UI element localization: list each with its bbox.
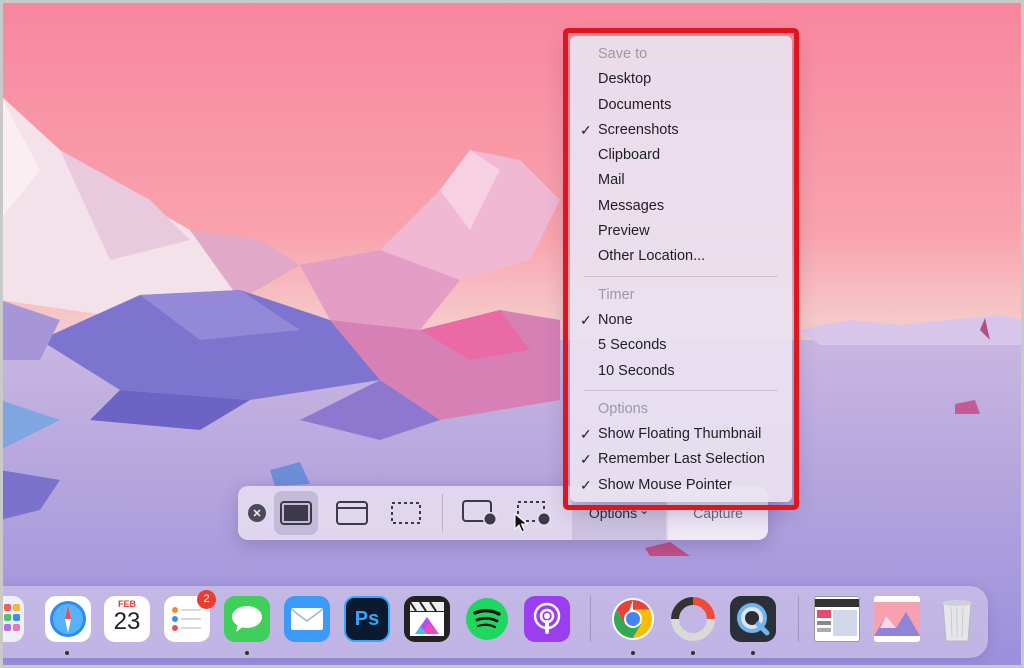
capture-selection-icon <box>391 502 421 524</box>
checkmark-icon: ✓ <box>580 311 592 328</box>
menu-separator <box>584 389 778 391</box>
screenshot-thumbnail-icon[interactable] <box>814 596 860 642</box>
options-menu: Save to Desktop Documents ✓ Screenshots Clip… <box>570 36 792 502</box>
notification-badge: 2 <box>197 590 216 609</box>
creative-cloud-icon[interactable] <box>670 596 716 642</box>
record-entire-screen-icon <box>462 500 497 526</box>
options-label: Options <box>588 505 638 521</box>
running-indicator <box>65 651 69 655</box>
menu-header-options: Options <box>598 400 648 417</box>
menu-item-label: Clipboard <box>598 147 661 164</box>
capture-entire-screen-icon <box>280 501 312 525</box>
menu-item-timer[interactable]: ✓ None <box>570 308 792 333</box>
options-button[interactable]: Options ⌄ <box>572 502 666 524</box>
podcasts-icon[interactable] <box>524 596 570 642</box>
wallpaper-thumbnail-icon[interactable] <box>874 596 920 642</box>
desktop-wallpaper <box>0 0 1024 668</box>
record-entire-screen-button[interactable] <box>458 491 502 535</box>
safari-icon[interactable] <box>45 596 91 642</box>
checkmark-icon: ✓ <box>580 476 592 493</box>
menu-item-label: Show Mouse Pointer <box>598 476 732 493</box>
menu-item-label: Messages <box>598 197 665 214</box>
menu-item-label: 10 Seconds <box>598 362 675 379</box>
capture-entire-screen-button[interactable] <box>274 491 318 535</box>
photoshop-label: Ps <box>354 607 380 630</box>
menu-item-label: Other Location... <box>598 248 706 265</box>
menu-item-option[interactable]: ✓ Show Mouse Pointer <box>570 473 792 498</box>
menu-item-save-to[interactable]: Messages <box>570 194 792 219</box>
menu-item-label: 5 Seconds <box>598 337 667 354</box>
menu-item-save-to[interactable]: ✓ Screenshots <box>570 118 792 143</box>
close-icon[interactable] <box>248 504 266 522</box>
checkmark-icon: ✓ <box>580 451 592 468</box>
menu-separator <box>584 275 778 277</box>
chevron-down-icon: ⌄ <box>639 503 650 517</box>
photoshop-icon[interactable]: Ps <box>344 596 390 642</box>
menu-item-label: Remember Last Selection <box>598 451 765 468</box>
reminders-icon[interactable]: 2 <box>164 590 216 642</box>
chrome-icon[interactable] <box>610 596 656 642</box>
menu-header-timer: Timer <box>598 286 635 303</box>
running-indicator <box>691 651 695 655</box>
menu-item-save-to[interactable]: Mail <box>570 168 792 193</box>
checkmark-icon: ✓ <box>580 121 592 138</box>
capture-selection-button[interactable] <box>384 491 428 535</box>
menu-item-save-to[interactable]: Other Location... <box>570 244 792 269</box>
dock-separator <box>590 596 591 642</box>
dock-separator <box>798 596 799 642</box>
final-cut-pro-icon[interactable] <box>404 596 450 642</box>
quicktime-icon[interactable] <box>730 596 776 642</box>
trash-icon[interactable] <box>934 596 980 642</box>
menu-item-label: None <box>598 311 633 328</box>
running-indicator <box>245 651 249 655</box>
menu-item-save-to[interactable]: Preview <box>570 219 792 244</box>
menu-item-label: Mail <box>598 172 625 189</box>
menu-item-label: Desktop <box>598 71 652 88</box>
menu-item-label: Screenshots <box>598 121 679 138</box>
menu-item-option[interactable]: ✓ Show Floating Thumbnail <box>570 422 792 447</box>
menu-item-timer[interactable]: 10 Seconds <box>570 359 792 384</box>
capture-window-button[interactable] <box>330 491 374 535</box>
running-indicator <box>751 651 755 655</box>
menu-item-timer[interactable]: 5 Seconds <box>570 333 792 358</box>
menu-item-save-to[interactable]: Documents <box>570 93 792 118</box>
messages-icon[interactable] <box>224 596 270 642</box>
spotify-icon[interactable] <box>464 596 510 642</box>
mouse-pointer-icon <box>514 513 528 533</box>
menu-header-save-to: Save to <box>598 46 648 62</box>
launchpad-icon[interactable] <box>0 596 24 642</box>
capture-window-icon <box>336 501 368 525</box>
running-indicator <box>631 651 635 655</box>
menu-item-label: Documents <box>598 96 672 113</box>
menu-item-option[interactable]: ✓ Remember Last Selection <box>570 447 792 472</box>
checkmark-icon: ✓ <box>580 426 592 443</box>
menu-item-label: Preview <box>598 223 650 240</box>
menu-item-save-to[interactable]: Clipboard <box>570 143 792 168</box>
menu-item-save-to[interactable]: Desktop <box>570 67 792 92</box>
menu-item-label: Show Floating Thumbnail <box>598 426 762 443</box>
mail-icon[interactable] <box>284 596 330 642</box>
toolbar-divider <box>442 494 443 532</box>
calendar-icon[interactable]: FEB 23 <box>104 596 150 642</box>
calendar-day: 23 <box>113 608 141 635</box>
